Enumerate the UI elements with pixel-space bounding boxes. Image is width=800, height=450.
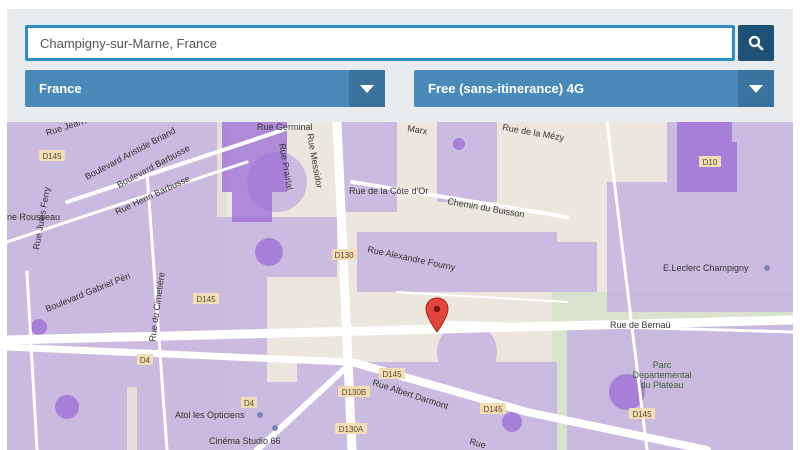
caret-down-icon	[749, 84, 763, 93]
park-label-line: Parc	[653, 360, 672, 370]
park-label-line: Departemental	[632, 370, 691, 380]
street-label: ne Rousseau	[7, 212, 60, 222]
search-button[interactable]	[738, 25, 774, 61]
search-icon	[748, 35, 764, 51]
network-select[interactable]: Free (sans-itinerance) 4G	[414, 70, 774, 107]
road-label: D10	[703, 158, 718, 167]
road-label: D145	[632, 410, 652, 419]
road-label: D145	[196, 295, 216, 304]
network-select-toggle[interactable]	[738, 70, 774, 107]
coverage-map[interactable]: D145 D10 D130 D145 D4 D145 D130B D145 D1…	[7, 122, 793, 450]
poi-icon	[257, 412, 263, 418]
road-label: D4	[244, 399, 255, 408]
road-label: D130B	[342, 388, 366, 397]
poi-icon	[272, 425, 278, 431]
caret-down-icon	[360, 84, 374, 93]
place-label: Cinéma Studio 66	[209, 436, 281, 446]
poi-icon	[764, 265, 770, 271]
country-select-label: France	[39, 81, 82, 96]
country-select-toggle[interactable]	[349, 70, 385, 107]
street-label: Rue de Bernaü	[610, 320, 671, 330]
country-select[interactable]: France	[25, 70, 385, 107]
road-label: D130	[334, 251, 354, 260]
park-label-line: du Plateau	[640, 380, 683, 390]
search-input[interactable]	[25, 25, 735, 61]
road-label: D4	[140, 356, 151, 365]
street-label: Rue de la Côte d'Or	[349, 186, 428, 196]
street-label: Rue Germinal	[257, 122, 313, 132]
road-label: D145	[42, 152, 62, 161]
map-canvas[interactable]: D145 D10 D130 D145 D4 D145 D130B D145 D1…	[7, 122, 793, 450]
place-label: E.Leclerc Champigny	[663, 263, 749, 273]
road-label: D130A	[339, 425, 364, 434]
road-label: D145	[382, 370, 402, 379]
road-label: D145	[483, 405, 503, 414]
place-label: Atol les Opticiens	[175, 410, 245, 420]
network-select-label: Free (sans-itinerance) 4G	[428, 81, 585, 96]
